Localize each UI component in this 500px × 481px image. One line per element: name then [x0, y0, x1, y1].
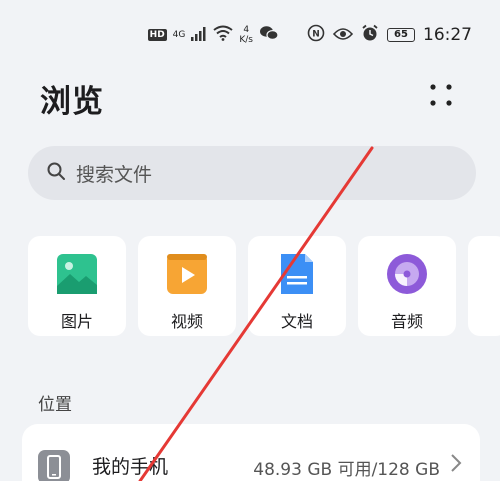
wifi-icon — [213, 25, 233, 45]
image-icon — [57, 254, 97, 298]
storage-space: 48.93 GB 可用/128 GB — [253, 460, 440, 480]
category-audio[interactable]: 音频 — [358, 236, 456, 336]
network-speed-value: 4 — [243, 25, 250, 35]
document-icon — [277, 254, 317, 298]
phone-icon — [38, 450, 70, 481]
location-name: 我的手机 — [92, 456, 169, 478]
chevron-right-icon — [450, 452, 462, 478]
search-placeholder: 搜索文件 — [76, 163, 153, 186]
wechat-icon — [259, 25, 279, 45]
alarm-icon — [361, 24, 379, 46]
battery-indicator: 65 — [387, 28, 415, 42]
category-label: 文档 — [280, 312, 313, 331]
audio-icon — [387, 254, 427, 298]
location-item-phone[interactable]: 我的手机 48.93 GB 可用/128 GB — [22, 424, 480, 481]
status-bar: HD 4G 4 K/s N 65 16:27 — [0, 0, 500, 70]
nfc-icon: N — [307, 24, 325, 46]
status-right-group: N 65 16:27 — [307, 24, 472, 46]
page-title: 浏览 — [40, 84, 104, 120]
eye-icon — [332, 26, 354, 45]
video-icon — [167, 254, 207, 298]
search-bar[interactable]: 搜索文件 — [28, 146, 476, 200]
category-label: 图片 — [60, 312, 93, 331]
hd-badge: HD — [147, 29, 167, 41]
category-label: 音频 — [390, 312, 423, 331]
search-icon — [46, 161, 66, 185]
locations-section-title: 位置 — [38, 395, 72, 415]
category-more-partial[interactable] — [468, 236, 500, 336]
network-generation: 4G — [172, 29, 186, 40]
status-left-group: HD 4G 4 K/s — [147, 25, 279, 45]
category-videos[interactable]: 视频 — [138, 236, 236, 336]
category-images[interactable]: 图片 — [28, 236, 126, 336]
more-options-button[interactable] — [424, 80, 458, 110]
category-row: 图片 视频 文档 音频 — [28, 236, 500, 336]
more-dots-icon — [430, 84, 452, 106]
network-speed: 4 K/s — [239, 25, 253, 45]
network-speed-unit: K/s — [239, 35, 253, 45]
category-label: 视频 — [170, 312, 203, 331]
category-documents[interactable]: 文档 — [248, 236, 346, 336]
signal-icon — [191, 26, 207, 45]
clock-time: 16:27 — [423, 25, 472, 45]
svg-text:N: N — [312, 30, 320, 40]
